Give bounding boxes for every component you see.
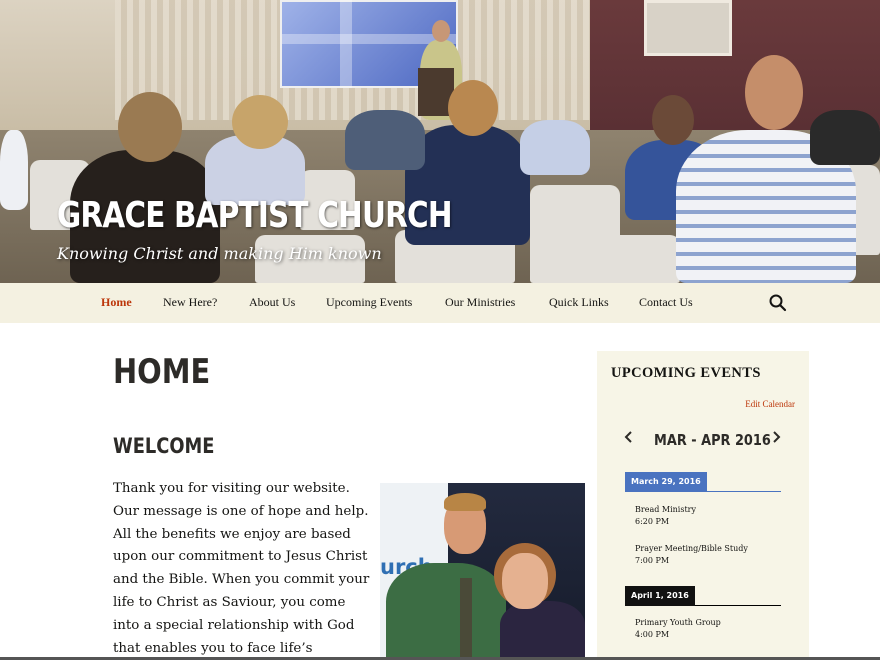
welcome-heading: Welcome [113,434,215,458]
calendar-date-header: April 1, 2016 [625,585,781,606]
calendar-month-range: Mar - Apr 2016 [654,431,771,449]
photo-woman-head [502,553,548,609]
site-title[interactable]: Grace Baptist Church [57,195,453,236]
header-photo-person-head [652,95,694,145]
pastor-family-photo: urch [380,483,585,660]
calendar-date-label: March 29, 2016 [625,472,707,492]
event-time: 7:00 PM [635,556,670,565]
header-photo-person-head [232,95,288,149]
nav-item-quick-links[interactable]: Quick Links [549,295,609,310]
header-photo-cross-vertical [340,0,352,88]
photo-woman-dress [500,601,585,660]
event-time: 4:00 PM [635,630,670,639]
photo-man-hair [444,493,486,511]
edit-calendar-link[interactable]: Edit Calendar [745,399,795,409]
page-title: Home [113,352,211,392]
nav-item-about-us[interactable]: About Us [249,295,295,310]
calendar-date-header: March 29, 2016 [625,471,781,492]
site-header: Grace Baptist Church Knowing Christ and … [0,0,880,283]
event-name: Prayer Meeting/Bible Study [635,544,748,553]
photo-man-shirt [386,563,506,660]
calendar-event[interactable]: Prayer Meeting/Bible Study 7:00 PM [635,543,748,567]
header-photo-person-head [745,55,803,130]
nav-item-contact-us[interactable]: Contact Us [639,295,693,310]
nav-item-home[interactable]: Home [101,295,132,310]
widget-title: Upcoming Events [611,365,761,381]
search-icon [769,294,787,312]
calendar-event[interactable]: Primary Youth Group 4:00 PM [635,617,721,641]
nav-item-upcoming-events[interactable]: Upcoming Events [326,295,412,310]
header-photo-person [345,110,425,170]
event-name: Bread Ministry [635,505,696,514]
event-time: 6:20 PM [635,517,670,526]
main-navigation: Home New Here? About Us Upcoming Events … [0,283,880,323]
calendar-next-button[interactable] [769,431,783,448]
search-button[interactable] [768,293,788,313]
nav-item-our-ministries[interactable]: Our Ministries [445,295,515,310]
header-photo-preacher-head [432,20,450,42]
upcoming-events-widget: Upcoming Events Edit Calendar Mar - Apr … [597,351,809,660]
calendar-prev-button[interactable] [622,431,636,448]
header-photo-person [520,120,590,175]
welcome-paragraph: Thank you for visiting our website. Our … [113,481,370,656]
calendar-event[interactable]: Bread Ministry 6:20 PM [635,504,696,528]
event-name: Primary Youth Group [635,618,721,627]
header-photo-frame [644,0,732,56]
chevron-right-icon [773,431,781,443]
photo-man-tie [460,578,472,660]
calendar-date-label: April 1, 2016 [625,586,695,606]
header-photo-person-head [448,80,498,136]
chevron-left-icon [624,431,632,443]
header-photo-person [0,130,28,210]
header-photo-person-head [118,92,182,162]
site-description: Knowing Christ and making Him known [57,244,382,263]
header-photo-chair [555,235,680,283]
nav-item-new-here[interactable]: New Here? [163,295,217,310]
header-photo-person [810,110,880,165]
